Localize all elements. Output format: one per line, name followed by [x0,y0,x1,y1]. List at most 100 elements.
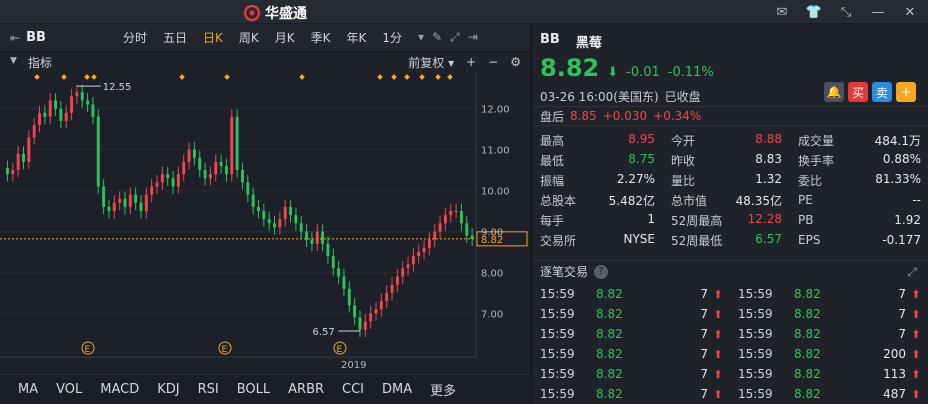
period-tab[interactable]: 分时 [115,24,155,52]
candle-body [443,215,447,224]
candle-body [155,182,159,187]
stat-value: 484.1万 [874,133,921,148]
trade-price: 8.82 [596,387,623,401]
indicator-tab[interactable]: RSI [180,382,219,397]
up-arrow-icon: ⬆ [713,367,723,381]
trade-price: 8.82 [794,327,821,341]
draw-pencil-icon[interactable]: ✎ [432,30,442,45]
trade-volume: 7 [700,307,708,321]
close-icon[interactable]: ✕ [902,4,918,20]
candle-body [427,239,431,248]
stat-label: 量比 [671,173,696,188]
trade-price: 8.82 [596,307,623,321]
period-tab[interactable]: 年K [339,24,375,52]
candlestick-chart[interactable]: 8.82 12.0011.0010.009.008.007.00 12.556.… [0,72,529,370]
sidebar-toggle-icon[interactable]: ⇤ [10,31,20,45]
candle-body [374,309,378,314]
period-tab[interactable]: 日K [195,24,231,52]
indicator-tab[interactable]: KDJ [139,382,179,397]
indicator-tab[interactable]: VOL [38,382,82,397]
stat-value: 48.35亿 [735,193,782,208]
candle-body [289,206,293,216]
indicator-tab[interactable]: MACD [82,382,139,397]
candle-body [422,247,426,252]
after-hours-row: 盘后 8.85 +0.030 +0.34% [532,106,928,126]
collapse-icon[interactable]: ⤡ [838,4,854,20]
shirt-icon[interactable]: 👕 [806,4,822,20]
trade-time: 15:59 [738,387,773,401]
candle-body [342,276,346,289]
period-tab[interactable]: 五日 [155,24,195,52]
candle-body [379,301,383,310]
mail-icon[interactable]: ✉ [774,4,790,20]
candle-body [134,194,138,203]
candle-body [257,206,260,211]
trade-price: 8.82 [794,367,821,381]
period-tab[interactable]: 1分 [374,24,410,52]
candle-body [347,288,351,306]
indicator-tab[interactable]: DMA [364,382,412,397]
stat-value: -0.177 [882,233,921,247]
stat-label: PE [798,193,813,207]
help-icon[interactable]: ? [594,264,609,279]
candle-body [337,268,341,277]
stat-value: 81.33% [875,171,921,186]
chart-symbol: BB [26,30,46,45]
sell-button[interactable]: 卖 [872,82,892,102]
stat-value: 6.57 [755,231,782,246]
stat-label: PB [798,213,814,227]
candle-body [401,268,405,277]
candle-body [118,198,122,203]
x-tick-label: 2019 [341,360,366,370]
candle-body [246,182,250,195]
candle-body [32,125,36,138]
expand-icon[interactable]: ⤢ [907,265,917,280]
candle-body [294,215,298,224]
candle-body [262,211,266,220]
indicator-tab[interactable]: CCI [324,382,364,397]
candle-body [369,313,373,322]
buy-button[interactable]: 买 [848,82,868,102]
fullscreen-icon[interactable]: ⤢ [450,30,460,45]
period-tab[interactable]: 月K [267,24,303,52]
indicator-tab[interactable]: MA [0,382,38,397]
up-arrow-icon: ⬆ [713,387,723,401]
add-indicator-icon[interactable]: + [466,55,476,69]
candle-body [22,153,25,162]
after-hours-label: 盘后 [540,109,565,124]
period-tab[interactable]: 周K [231,24,267,52]
candle-body [70,96,74,113]
indicator-tab[interactable]: BOLL [219,382,270,397]
stat-label: 昨收 [671,153,696,168]
stat-label: 最低 [540,153,565,168]
indicator-tab[interactable]: 更多 [412,380,456,399]
dropdown-caret-icon[interactable]: ▾ [418,30,424,45]
trade-price: 8.82 [596,367,623,381]
candle-body [128,194,132,207]
candle-body [465,223,469,236]
trade-row: 15:59 8.82 7 ⬆ 15:59 8.82 7 ⬆ [532,304,928,324]
panel-toggle-icon[interactable]: ⇥ [468,30,478,45]
period-tab[interactable]: 季K [303,24,339,52]
trade-volume: 487 [883,387,906,401]
price-chart[interactable]: 8.82 12.00 11.00 10.00 9.00 8.00 7.00 12.55 6.… [0,72,529,370]
candle-body [54,100,58,109]
candle-body [219,161,223,166]
minimize-icon[interactable]: — [870,4,886,20]
stat-label: EPS [798,233,821,247]
candle-body [251,194,255,207]
collapse-caret-icon[interactable]: ▼ [10,56,17,66]
indicator-tab[interactable]: ARBR [270,382,324,397]
after-hours-change: +0.030 [602,109,648,123]
remove-indicator-icon[interactable]: − [488,55,498,69]
trade-volume: 7 [700,347,708,361]
candle-body [459,211,463,224]
trade-time: 15:59 [540,347,575,361]
settings-icon[interactable]: ⚙ [510,55,521,69]
add-watchlist-button[interactable]: + [896,82,916,102]
candle-body [27,137,31,162]
alert-bell-button[interactable]: 🔔 [824,82,844,102]
adjust-select[interactable]: 前复权 ▾ [408,54,454,71]
y-tick-label: 11.00 [481,146,510,157]
quote-panel: BB 黑莓 8.82 ⬇ -0.01 -0.11% 03-26 16:00(美国… [531,24,928,404]
